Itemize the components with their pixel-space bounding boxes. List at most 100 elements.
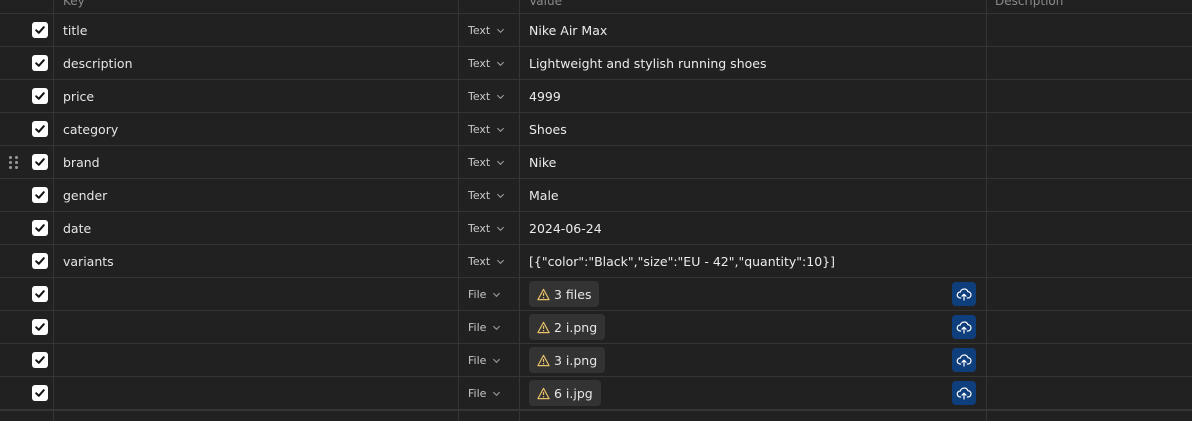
key-text: description bbox=[63, 55, 133, 71]
check-icon bbox=[34, 354, 46, 366]
key-text: category bbox=[63, 121, 119, 137]
header-description: Description bbox=[995, 0, 1064, 8]
check-icon bbox=[34, 156, 46, 168]
cloud-upload-icon bbox=[956, 286, 972, 302]
key-cell[interactable]: title bbox=[54, 14, 459, 46]
drag-handle-icon[interactable] bbox=[8, 155, 18, 169]
value-cell[interactable]: 3 files bbox=[520, 278, 987, 310]
value-cell[interactable]: 2 i.png bbox=[520, 311, 987, 343]
value-cell[interactable]: [{"color":"Black","size":"EU - 42","quan… bbox=[520, 245, 987, 277]
description-cell[interactable] bbox=[987, 344, 1192, 376]
key-cell[interactable]: category bbox=[54, 113, 459, 145]
description-cell[interactable] bbox=[987, 80, 1192, 112]
key-cell[interactable]: brand bbox=[54, 146, 459, 178]
value-text: Male bbox=[529, 187, 559, 203]
row-enabled-checkbox[interactable] bbox=[31, 22, 48, 38]
warning-icon bbox=[537, 288, 550, 301]
description-cell[interactable] bbox=[987, 47, 1192, 79]
description-cell[interactable] bbox=[987, 311, 1192, 343]
cloud-upload-icon bbox=[956, 385, 972, 401]
row-enabled-checkbox[interactable] bbox=[31, 352, 48, 368]
description-cell[interactable] bbox=[987, 245, 1192, 277]
value-cell[interactable]: Nike Air Max bbox=[520, 14, 987, 46]
file-chip-label: 3 i.png bbox=[554, 352, 598, 368]
key-cell[interactable] bbox=[54, 278, 459, 310]
row-enabled-checkbox[interactable] bbox=[31, 286, 48, 302]
check-icon bbox=[34, 24, 46, 36]
chevron-down-icon bbox=[496, 224, 505, 233]
description-cell[interactable] bbox=[987, 146, 1192, 178]
upload-button[interactable] bbox=[952, 282, 976, 306]
row-enabled-checkbox[interactable] bbox=[31, 220, 48, 236]
check-icon bbox=[34, 123, 46, 135]
key-cell[interactable]: description bbox=[54, 47, 459, 79]
type-dropdown[interactable]: Text bbox=[459, 245, 520, 277]
value-cell[interactable]: Male bbox=[520, 179, 987, 211]
table-header: Key Value Description bbox=[0, 0, 1192, 14]
type-dropdown[interactable]: File bbox=[459, 278, 520, 310]
key-cell[interactable] bbox=[54, 377, 459, 409]
key-cell[interactable]: variants bbox=[54, 245, 459, 277]
key-cell[interactable] bbox=[54, 311, 459, 343]
table-row: variants Text [{"color":"Black","size":"EU… bbox=[0, 245, 1192, 278]
key-cell[interactable]: date bbox=[54, 212, 459, 244]
description-cell[interactable] bbox=[987, 278, 1192, 310]
header-value: Value bbox=[520, 0, 987, 13]
table-row: File 2 i.png bbox=[0, 311, 1192, 344]
type-dropdown[interactable]: Text bbox=[459, 47, 520, 79]
row-enabled-checkbox[interactable] bbox=[31, 187, 48, 203]
warning-icon bbox=[537, 354, 550, 367]
file-chip[interactable]: 2 i.png bbox=[529, 314, 606, 340]
type-dropdown[interactable]: Text bbox=[459, 179, 520, 211]
type-label: File bbox=[468, 353, 487, 367]
chevron-down-icon bbox=[496, 26, 505, 35]
type-dropdown[interactable]: File bbox=[459, 377, 520, 409]
value-cell[interactable]: Lightweight and stylish running shoes bbox=[520, 47, 987, 79]
row-enabled-checkbox[interactable] bbox=[31, 319, 48, 335]
description-cell[interactable] bbox=[987, 377, 1192, 409]
row-enabled-checkbox[interactable] bbox=[31, 55, 48, 71]
key-cell[interactable]: gender bbox=[54, 179, 459, 211]
row-enabled-checkbox[interactable] bbox=[31, 88, 48, 104]
key-text: title bbox=[63, 22, 88, 38]
type-dropdown[interactable]: Text bbox=[459, 212, 520, 244]
type-label: Text bbox=[468, 155, 491, 169]
check-icon bbox=[34, 288, 46, 300]
file-chip[interactable]: 6 i.jpg bbox=[529, 380, 601, 406]
file-chip[interactable]: 3 files bbox=[529, 281, 600, 307]
type-dropdown[interactable]: Text bbox=[459, 14, 520, 46]
type-dropdown[interactable]: Text bbox=[459, 113, 520, 145]
upload-button[interactable] bbox=[952, 381, 976, 405]
table-row: File 3 files bbox=[0, 278, 1192, 311]
file-chip[interactable]: 3 i.png bbox=[529, 347, 606, 373]
value-cell[interactable]: Nike bbox=[520, 146, 987, 178]
type-label: File bbox=[468, 386, 487, 400]
description-cell[interactable] bbox=[987, 212, 1192, 244]
chevron-down-icon bbox=[492, 356, 501, 365]
row-enabled-checkbox[interactable] bbox=[31, 154, 48, 170]
description-cell[interactable] bbox=[987, 113, 1192, 145]
row-enabled-checkbox[interactable] bbox=[31, 121, 48, 137]
value-cell[interactable]: 3 i.png bbox=[520, 344, 987, 376]
value-cell[interactable]: 4999 bbox=[520, 80, 987, 112]
chevron-down-icon bbox=[492, 290, 501, 299]
check-icon bbox=[34, 189, 46, 201]
upload-button[interactable] bbox=[952, 315, 976, 339]
value-text: Nike Air Max bbox=[529, 22, 608, 38]
type-dropdown[interactable]: File bbox=[459, 344, 520, 376]
row-enabled-checkbox[interactable] bbox=[31, 385, 48, 401]
value-cell[interactable]: Shoes bbox=[520, 113, 987, 145]
value-text: 4999 bbox=[529, 88, 561, 104]
value-text: Shoes bbox=[529, 121, 567, 137]
value-cell[interactable]: 6 i.jpg bbox=[520, 377, 987, 409]
description-cell[interactable] bbox=[987, 14, 1192, 46]
type-dropdown[interactable]: Text bbox=[459, 146, 520, 178]
description-cell[interactable] bbox=[987, 179, 1192, 211]
row-enabled-checkbox[interactable] bbox=[31, 253, 48, 269]
type-dropdown[interactable]: File bbox=[459, 311, 520, 343]
type-dropdown[interactable]: Text bbox=[459, 80, 520, 112]
key-cell[interactable] bbox=[54, 344, 459, 376]
key-cell[interactable]: price bbox=[54, 80, 459, 112]
upload-button[interactable] bbox=[952, 348, 976, 372]
value-cell[interactable]: 2024-06-24 bbox=[520, 212, 987, 244]
